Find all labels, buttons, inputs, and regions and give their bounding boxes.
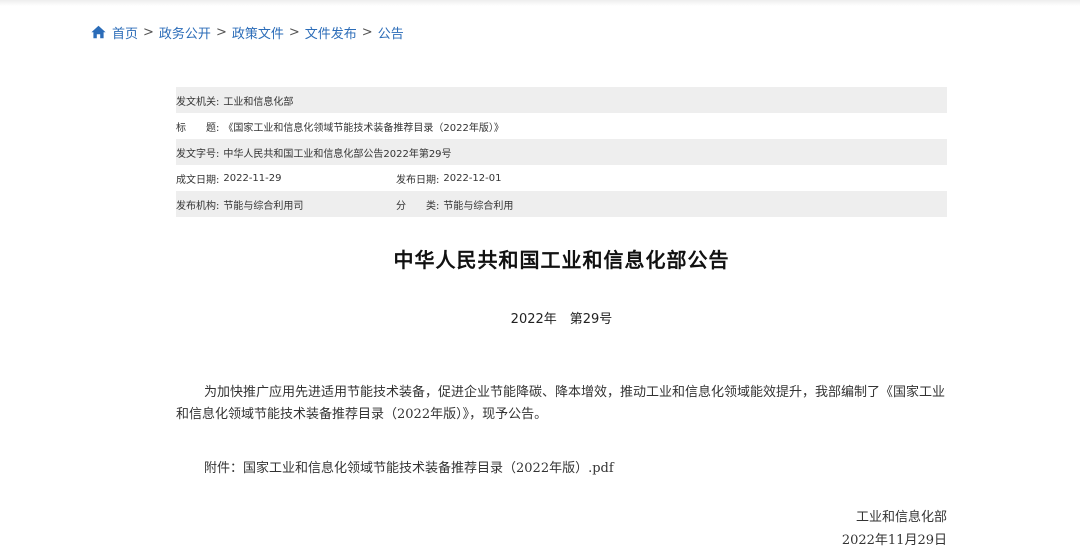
publish-date-cell: 发布日期: 2022-12-01 — [396, 171, 502, 186]
meta-row-agency: 发布机构: 节能与综合利用司 分 类: 节能与综合利用 — [176, 191, 947, 217]
issuer-value: 工业和信息化部 — [223, 96, 294, 108]
publish-date-value: 2022-12-01 — [443, 172, 502, 184]
signature-date: 2022年11月29日 — [841, 533, 947, 548]
signature-block: 工业和信息化部 2022年11月29日 — [842, 506, 947, 552]
meta-row-issuer: 发文机关: 工业和信息化部 — [176, 87, 947, 113]
breadcrumb-notice[interactable]: 公告 — [378, 23, 404, 42]
breadcrumb-home[interactable]: 首页 — [112, 23, 138, 42]
document-number: 2022年 第29号 — [510, 312, 613, 327]
meta-row-title: 标 题: 《国家工业和信息化领域节能技术装备推荐目录（2022年版）》 — [176, 113, 947, 139]
breadcrumb-separator: > — [215, 24, 227, 40]
attachment-label: 附件： — [204, 461, 244, 476]
breadcrumb: 首页 > 政务公开 > 政策文件 > 文件发布 > 公告 — [91, 22, 404, 42]
publish-date-label: 发布日期: — [396, 174, 440, 186]
category-cell: 分 类: 节能与综合利用 — [396, 197, 513, 212]
breadcrumb-gov-affairs[interactable]: 政务公开 — [159, 23, 211, 42]
agency-cell: 发布机构: 节能与综合利用司 — [176, 197, 396, 212]
doc-number-label: 发文字号: — [176, 148, 220, 160]
attachment: 附件：国家工业和信息化领域节能技术装备推荐目录（2022年版）.pdf — [204, 457, 614, 476]
written-date-value: 2022-11-29 — [223, 172, 282, 184]
title-value: 《国家工业和信息化领域节能技术装备推荐目录（2022年版）》 — [223, 122, 504, 134]
home-icon[interactable] — [91, 25, 106, 39]
breadcrumb-policy-docs[interactable]: 政策文件 — [232, 23, 284, 42]
breadcrumb-separator: > — [288, 24, 300, 40]
agency-value: 节能与综合利用司 — [223, 200, 304, 212]
signature-org: 工业和信息化部 — [855, 510, 947, 525]
document-title: 中华人民共和国工业和信息化部公告 — [393, 248, 730, 272]
agency-label: 发布机构: — [176, 200, 220, 212]
breadcrumb-separator: > — [361, 24, 373, 40]
issuer-label: 发文机关: — [176, 96, 220, 108]
meta-row-doc-number: 发文字号: 中华人民共和国工业和信息化部公告2022年第29号 — [176, 139, 947, 165]
top-shadow — [0, 0, 1080, 6]
breadcrumb-separator: > — [143, 24, 154, 40]
category-label: 分 类: — [396, 200, 440, 212]
metadata-table: 发文机关: 工业和信息化部 标 题: 《国家工业和信息化领域节能技术装备推荐目录… — [176, 87, 947, 217]
written-date-label: 成文日期: — [176, 174, 220, 186]
doc-number-value: 中华人民共和国工业和信息化部公告2022年第29号 — [223, 148, 452, 160]
document-body: 为加快推广应用先进适用节能技术装备，促进企业节能降碳、降本增效，推动工业和信息化… — [176, 385, 946, 422]
attachment-link[interactable]: 国家工业和信息化领域节能技术装备推荐目录（2022年版）.pdf — [243, 461, 614, 476]
written-date-cell: 成文日期: 2022-11-29 — [176, 171, 396, 186]
breadcrumb-doc-release[interactable]: 文件发布 — [305, 23, 357, 42]
meta-row-dates: 成文日期: 2022-11-29 发布日期: 2022-12-01 — [176, 165, 947, 191]
category-value: 节能与综合利用 — [443, 200, 514, 212]
title-label: 标 题: — [176, 122, 220, 134]
